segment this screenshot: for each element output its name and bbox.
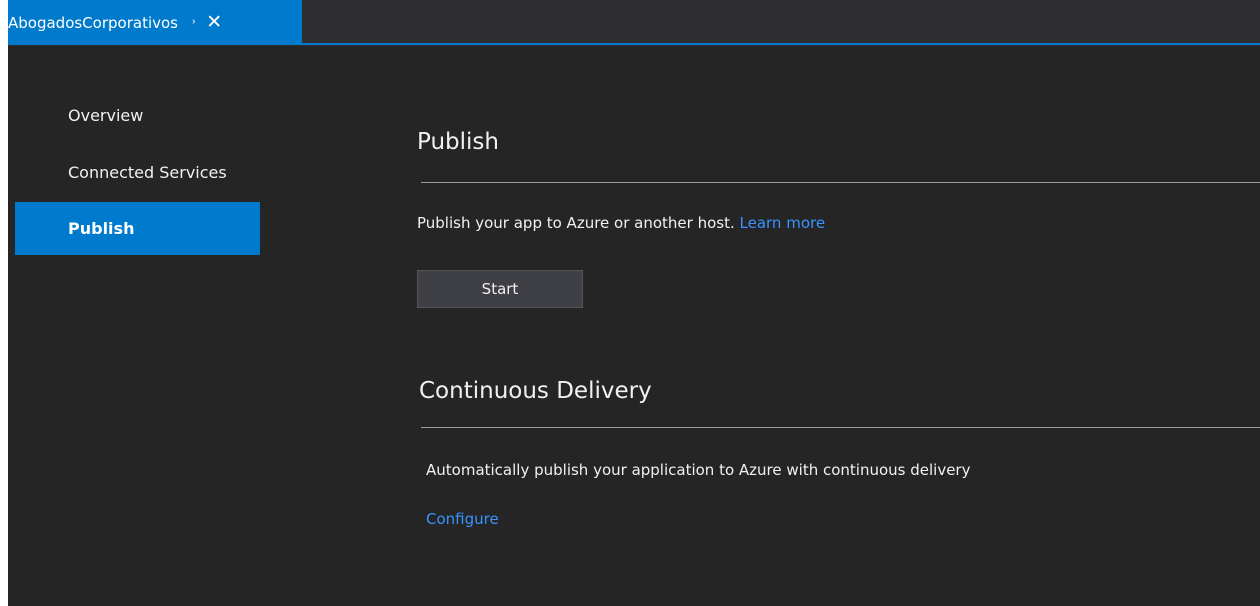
- sidebar-item-publish[interactable]: Publish: [15, 202, 260, 255]
- publish-divider: [421, 182, 1260, 183]
- delivery-description: Automatically publish your application t…: [426, 461, 971, 479]
- sidebar-item-label: Publish: [68, 219, 135, 238]
- publish-heading: Publish: [417, 129, 499, 155]
- document-tabstrip: AbogadosCorporativos ˒ ✕: [8, 0, 1260, 46]
- tab-title: AbogadosCorporativos: [8, 13, 178, 32]
- publish-window: AbogadosCorporativos ˒ ✕ Overview Connec…: [8, 0, 1260, 606]
- close-icon[interactable]: ✕: [206, 13, 222, 32]
- sidebar-item-label: Connected Services: [68, 163, 227, 182]
- publish-description: Publish your app to Azure or another hos…: [417, 214, 735, 232]
- tabstrip-underline: [8, 43, 1260, 45]
- pin-icon[interactable]: ˒: [192, 15, 196, 31]
- start-button[interactable]: Start: [417, 270, 583, 308]
- sidebar-item-label: Overview: [68, 106, 144, 125]
- learn-more-link[interactable]: Learn more: [740, 214, 826, 232]
- configure-link[interactable]: Configure: [426, 510, 499, 528]
- publish-description-line: Publish your app to Azure or another hos…: [417, 214, 825, 232]
- sidebar-item-overview[interactable]: Overview: [15, 89, 260, 142]
- sidebar-item-connected-services[interactable]: Connected Services: [15, 146, 260, 199]
- delivery-divider: [421, 427, 1260, 428]
- document-tab[interactable]: AbogadosCorporativos ˒ ✕: [8, 0, 302, 45]
- continuous-delivery-heading: Continuous Delivery: [419, 378, 652, 404]
